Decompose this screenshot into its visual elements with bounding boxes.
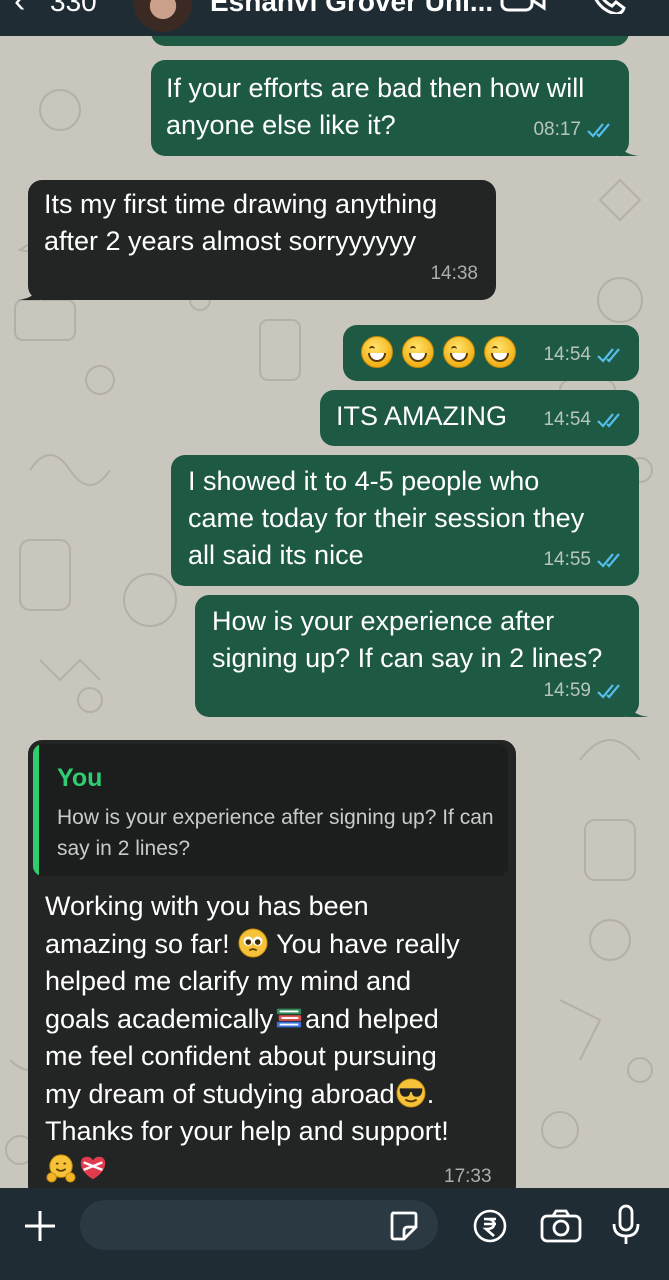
microphone-icon[interactable]	[612, 1204, 640, 1246]
message-time: 14:59	[543, 680, 591, 701]
bubble-tail	[627, 699, 649, 717]
message-text: How is your experience after signing up?…	[212, 606, 603, 673]
reply-message-text: Working with you has been amazing so far…	[45, 888, 505, 1188]
message-time: 14:54	[543, 409, 591, 430]
reply-text-fragment: my dream of studying abroad	[45, 1078, 395, 1109]
reply-line	[45, 1151, 505, 1188]
bubble-tail	[617, 138, 639, 156]
quoted-message[interactable]: You How is your experience after signing…	[33, 744, 508, 876]
message-text: Its my first time drawing anything after…	[44, 189, 438, 256]
hugging-face-emoji	[46, 1153, 76, 1183]
message-time: 14:54	[543, 344, 591, 365]
read-ticks-icon	[587, 122, 610, 138]
message-meta: 14:54	[543, 401, 625, 438]
video-call-icon[interactable]	[500, 0, 546, 14]
chat-header: ‹ 330 Eshanvi Grover Uni...	[0, 0, 669, 36]
message-time: 14:55	[543, 549, 591, 570]
plus-icon[interactable]	[22, 1208, 58, 1244]
reply-line: me feel confident about pursuing	[45, 1041, 437, 1071]
message-bubble-outgoing[interactable]: How is your experience after signing up?…	[195, 595, 649, 717]
sticker-icon[interactable]	[386, 1209, 420, 1243]
heart-with-ribbon-emoji	[80, 1156, 106, 1179]
back-chevron-icon[interactable]: ‹	[14, 0, 25, 21]
message-text: ITS AMAZING	[336, 401, 508, 431]
message-bubble-outgoing[interactable]: If your efforts are bad then how will an…	[151, 60, 639, 156]
message-text: If your efforts are bad then how will an…	[166, 73, 585, 140]
message-bubble-outgoing[interactable]: 14:54	[343, 325, 639, 381]
reply-text-fragment: You have really	[269, 928, 460, 959]
message-time: 08:17	[533, 119, 581, 140]
quote-accent-bar	[33, 744, 39, 876]
message-meta: 14:54	[543, 336, 625, 373]
message-bubble-incoming[interactable]: Its my first time drawing anything after…	[18, 180, 496, 300]
message-time: 17:33	[444, 1166, 492, 1187]
reply-text-fragment: and helped	[305, 1003, 439, 1034]
reply-line: goals academically and helped	[45, 1001, 505, 1039]
rupee-payment-icon[interactable]	[472, 1208, 508, 1244]
message-bubble-outgoing[interactable]: ITS AMAZING 14:54	[320, 390, 639, 446]
message-text: I showed it to 4-5 people who came today…	[188, 466, 585, 570]
reply-text-fragment: goals academically	[45, 1003, 274, 1034]
message-meta: 14:38	[430, 255, 478, 292]
quote-author: You	[57, 764, 103, 792]
read-ticks-icon	[597, 683, 620, 699]
reply-text-fragment: .	[426, 1078, 435, 1109]
message-meta: 08:17	[533, 111, 615, 148]
read-ticks-icon	[597, 552, 620, 568]
emoji-row	[361, 336, 516, 368]
message-meta: 14:55	[543, 541, 625, 578]
grinning-face-emoji	[361, 336, 393, 368]
voice-call-icon[interactable]	[590, 0, 626, 14]
read-ticks-icon	[597, 412, 620, 428]
grinning-face-emoji	[484, 336, 516, 368]
message-meta: 17:33	[444, 1166, 492, 1188]
read-ticks-icon	[597, 347, 620, 363]
message-meta: 14:59	[543, 672, 625, 709]
reply-line: helped me clarify my mind and	[45, 966, 412, 996]
message-input[interactable]	[80, 1200, 438, 1250]
sunglasses-face-emoji	[396, 1077, 426, 1108]
reply-line: amazing so far! You have really	[45, 926, 505, 964]
unread-count[interactable]: 330	[50, 0, 97, 18]
grinning-face-emoji	[443, 336, 475, 368]
reply-text-fragment: amazing so far!	[45, 928, 238, 959]
pleading-face-emoji	[238, 927, 268, 958]
reply-line: my dream of studying abroad.	[45, 1076, 505, 1114]
avatar[interactable]	[134, 0, 192, 32]
bubble-tail	[18, 282, 40, 300]
grinning-face-emoji	[402, 336, 434, 368]
message-bubble-outgoing[interactable]: I showed it to 4-5 people who came today…	[171, 455, 639, 586]
quote-text: How is your experience after signing up?…	[57, 806, 494, 860]
camera-icon[interactable]	[540, 1208, 582, 1244]
contact-name[interactable]: Eshanvi Grover Uni...	[210, 0, 493, 18]
reply-line: Working with you has been	[45, 891, 369, 921]
message-time: 14:38	[430, 263, 478, 284]
reply-line: Thanks for your help and support!	[45, 1116, 449, 1146]
books-emoji	[276, 1008, 302, 1027]
